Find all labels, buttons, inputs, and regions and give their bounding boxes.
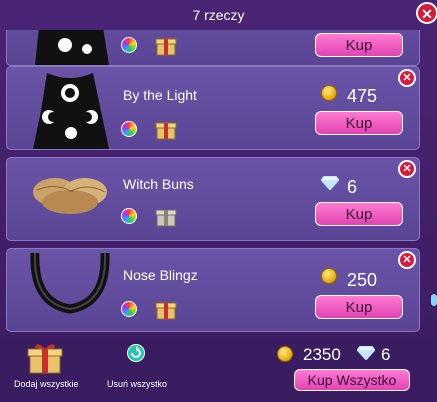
total-coins: 2350 (303, 345, 341, 364)
cart-footer: Dodaj wszystkie Usuń wszystko 2350 6 Kup… (0, 340, 437, 402)
item-price: 6 (347, 177, 358, 197)
item-list[interactable]: 475 Kup By the Light 475 Kup ✕ (0, 30, 430, 340)
scrollbar-thumb[interactable] (431, 294, 437, 306)
remove-item-icon[interactable]: ✕ (398, 69, 416, 87)
item-nose-ring-image (30, 253, 110, 314)
list-item: Nose Blingz 250 Kup ✕ (6, 248, 420, 332)
item-name: Nose Blingz (123, 267, 198, 283)
item-hair-image (33, 178, 107, 214)
item-dress-image (33, 73, 109, 149)
diamond-icon (321, 176, 339, 190)
coin-icon (321, 85, 337, 101)
add-all-button[interactable]: Dodaj wszystkie (14, 379, 79, 389)
refresh-icon[interactable] (127, 344, 145, 362)
gift-icon[interactable] (155, 205, 177, 227)
color-wheel-icon[interactable] (121, 37, 137, 53)
gift-icon[interactable] (155, 34, 177, 56)
item-name: By the Light (123, 87, 197, 103)
gift-icon[interactable] (155, 118, 177, 140)
buy-button[interactable]: Kup (315, 111, 403, 135)
coin-icon (321, 268, 337, 284)
gift-box-icon[interactable] (26, 342, 64, 374)
coin-icon (277, 346, 293, 362)
diamond-icon (357, 346, 375, 360)
buy-all-button[interactable]: Kup Wszystko (294, 369, 410, 391)
cart-title: 7 rzeczy (192, 7, 245, 23)
list-item: By the Light 475 Kup ✕ (6, 66, 420, 150)
remove-item-icon[interactable]: ✕ (398, 160, 416, 178)
item-price: 250 (347, 270, 378, 290)
list-item: Witch Buns 6 Kup ✕ (6, 157, 420, 241)
color-wheel-icon[interactable] (121, 121, 137, 137)
total-diamonds: 6 (381, 345, 391, 364)
gift-icon[interactable] (155, 298, 177, 320)
color-wheel-icon[interactable] (121, 208, 137, 224)
item-dress-image (35, 30, 109, 65)
remove-all-button[interactable]: Usuń wszystko (107, 379, 167, 389)
shopping-cart-panel: 7 rzeczy ✕ 475 Kup (0, 0, 437, 402)
remove-item-icon[interactable]: ✕ (398, 251, 416, 269)
color-wheel-icon[interactable] (121, 301, 137, 317)
buy-button[interactable]: Kup (315, 295, 403, 319)
item-price: 475 (347, 86, 378, 106)
close-icon[interactable]: ✕ (416, 2, 437, 24)
buy-button[interactable]: Kup (315, 33, 403, 57)
list-item: 475 Kup (6, 30, 420, 66)
item-name: Witch Buns (123, 176, 194, 192)
buy-button[interactable]: Kup (315, 202, 403, 226)
